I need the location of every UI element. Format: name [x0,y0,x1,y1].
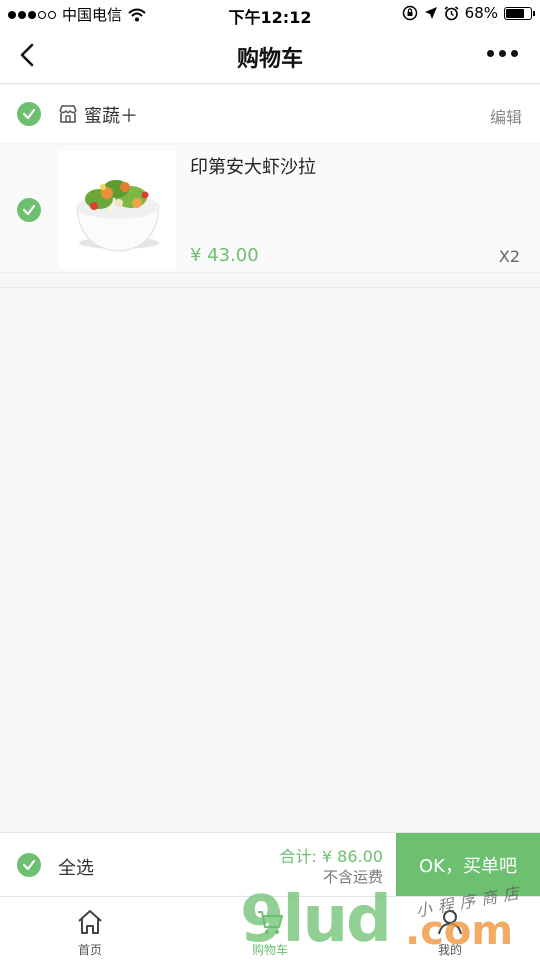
checkout-button[interactable]: OK，买单吧 [396,833,540,897]
tab-label-profile: 我的 [437,943,462,957]
shipping-note: 不含运费 [322,868,383,886]
tab-profile[interactable]: 我的 [360,897,540,960]
store-icon [59,105,77,123]
select-all-label[interactable]: 全选 [58,854,94,880]
tab-label-cart: 购物车 [251,943,288,957]
checkout-bar: 全选 合计: ¥ 86.00 不含运费 OK，买单吧 [0,832,540,897]
home-icon [78,910,102,934]
checkmark-icon [22,859,36,871]
select-all-checkbox[interactable] [17,853,41,877]
total-amount: 合计: ¥ 86.00 [279,847,383,866]
divider [0,287,540,288]
salad-bowl-image [76,180,160,252]
shop-header: 蜜蔬＋ 编辑 [0,85,540,143]
battery-icon [504,6,535,20]
product-quantity: X2 [498,247,520,266]
tab-home[interactable]: 首页 [0,897,180,960]
checkmark-icon [22,204,36,216]
product-name[interactable]: 印第安大虾沙拉 [190,153,316,179]
checkmark-icon [22,108,36,120]
battery-percent: 68% [464,4,498,22]
tab-bar: 首页 购物车 我的 [0,896,540,960]
shop-name[interactable]: 蜜蔬＋ [84,102,138,128]
alarm-icon [444,5,459,20]
edit-button[interactable]: 编辑 [490,104,522,128]
rotation-lock-icon [402,5,417,21]
product-price: ¥ 43.00 [190,245,259,266]
tab-cart[interactable]: 购物车 [180,897,360,960]
status-bar: 中国电信 下午12:12 68% [0,0,540,28]
cart-icon [258,911,283,934]
location-icon [424,7,437,19]
user-icon [438,910,462,935]
cart-item[interactable]: 印第安大虾沙拉 ¥ 43.00 X2 [0,145,540,273]
status-right: 68% [402,4,535,22]
product-image[interactable] [59,151,176,268]
shop-select-checkbox[interactable] [17,102,41,126]
item-select-checkbox[interactable] [17,198,41,222]
navigation-bar: 购物车 [0,28,540,84]
more-options-icon[interactable] [487,50,518,57]
page-title: 购物车 [236,47,303,72]
tab-label-home: 首页 [77,943,102,957]
